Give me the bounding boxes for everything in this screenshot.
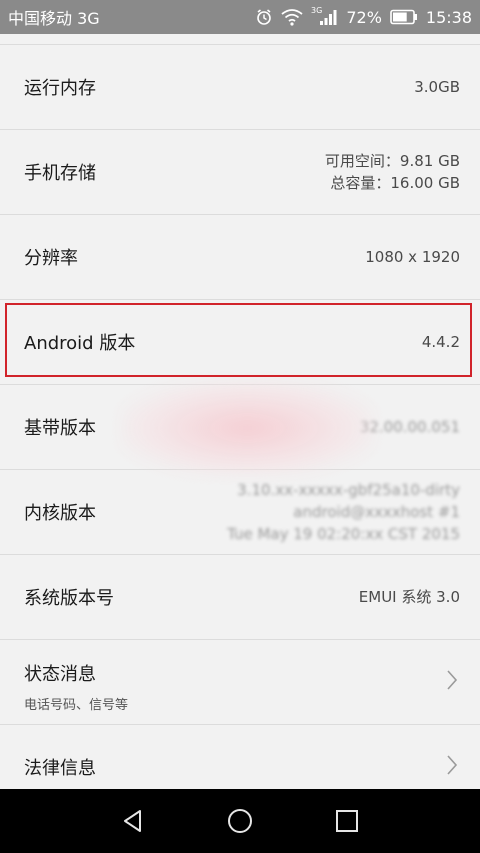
- network-type-label: 3G: [311, 6, 323, 15]
- status-bar: 中国移动 3G 3G 72% 15:38: [0, 0, 480, 34]
- back-icon[interactable]: [109, 797, 157, 845]
- row-android-version[interactable]: Android 版本 4.4.2: [0, 300, 480, 385]
- chevron-right-icon: [446, 754, 458, 780]
- chevron-right-icon: [446, 669, 458, 695]
- status-left: 中国移动 3G: [8, 5, 100, 29]
- row-label: Android 版本: [24, 333, 136, 354]
- signal-icon: 3G: [311, 6, 338, 26]
- clock-time: 15:38: [425, 7, 472, 27]
- row-label: 状态消息: [24, 664, 96, 685]
- row-value: EMUI 系统 3.0: [358, 588, 460, 606]
- recents-icon[interactable]: [323, 797, 371, 845]
- wifi-icon: [281, 8, 303, 26]
- status-labels: 状态消息 电话号码、信号等: [24, 660, 128, 713]
- kernel-line-3: Tue May 19 02:20:xx CST 2015: [227, 525, 460, 543]
- navigation-bar: [0, 789, 480, 853]
- row-label: 分辨率: [24, 248, 78, 269]
- kernel-line-1: 3.10.xx-xxxxx-gbf25a10-dirty: [237, 481, 460, 499]
- battery-percent: 72%: [346, 7, 382, 27]
- row-sublabel: 电话号码、信号等: [24, 698, 129, 713]
- row-value: 4.4.2: [421, 333, 460, 351]
- row-kernel: 内核版本 3.10.xx-xxxxx-gbf25a10-dirty androi…: [0, 470, 480, 555]
- row-label: 内核版本: [24, 503, 96, 524]
- row-ram: 运行内存 3.0GB: [0, 45, 480, 130]
- available-space: 可用空间：9.81 GB: [324, 152, 460, 170]
- row-value: 1080 x 1920: [365, 248, 460, 266]
- kernel-values: 3.10.xx-xxxxx-gbf25a10-dirty android@xxx…: [227, 479, 460, 545]
- alarm-clock-icon: [255, 8, 273, 26]
- row-label: 系统版本号: [24, 588, 114, 609]
- row-value: 3.0GB: [414, 78, 460, 96]
- list-top-edge: [0, 34, 480, 45]
- storage-values: 可用空间：9.81 GB 总容量：16.00 GB: [325, 150, 460, 194]
- row-build-number[interactable]: 系统版本号 EMUI 系统 3.0: [0, 555, 480, 640]
- screen: 中国移动 3G 3G 72% 15:38 运行内存 3.0GB 手机存储 可用空…: [0, 0, 480, 853]
- row-label: 法律信息: [24, 758, 96, 779]
- redaction-blur: [120, 380, 375, 476]
- battery-icon: [390, 9, 418, 25]
- row-label: 手机存储: [24, 163, 96, 184]
- status-right: 3G 72% 15:38: [255, 6, 472, 27]
- row-label: 运行内存: [24, 78, 96, 99]
- home-icon[interactable]: [216, 797, 264, 845]
- row-label: 基带版本: [24, 418, 96, 439]
- row-resolution: 分辨率 1080 x 1920: [0, 215, 480, 300]
- row-status[interactable]: 状态消息 电话号码、信号等: [0, 640, 480, 725]
- carrier-label: 中国移动 3G: [8, 9, 100, 28]
- total-capacity: 总容量：16.00 GB: [330, 174, 460, 192]
- kernel-line-2: android@xxxxhost #1: [293, 503, 460, 521]
- row-storage: 手机存储 可用空间：9.81 GB 总容量：16.00 GB: [0, 130, 480, 215]
